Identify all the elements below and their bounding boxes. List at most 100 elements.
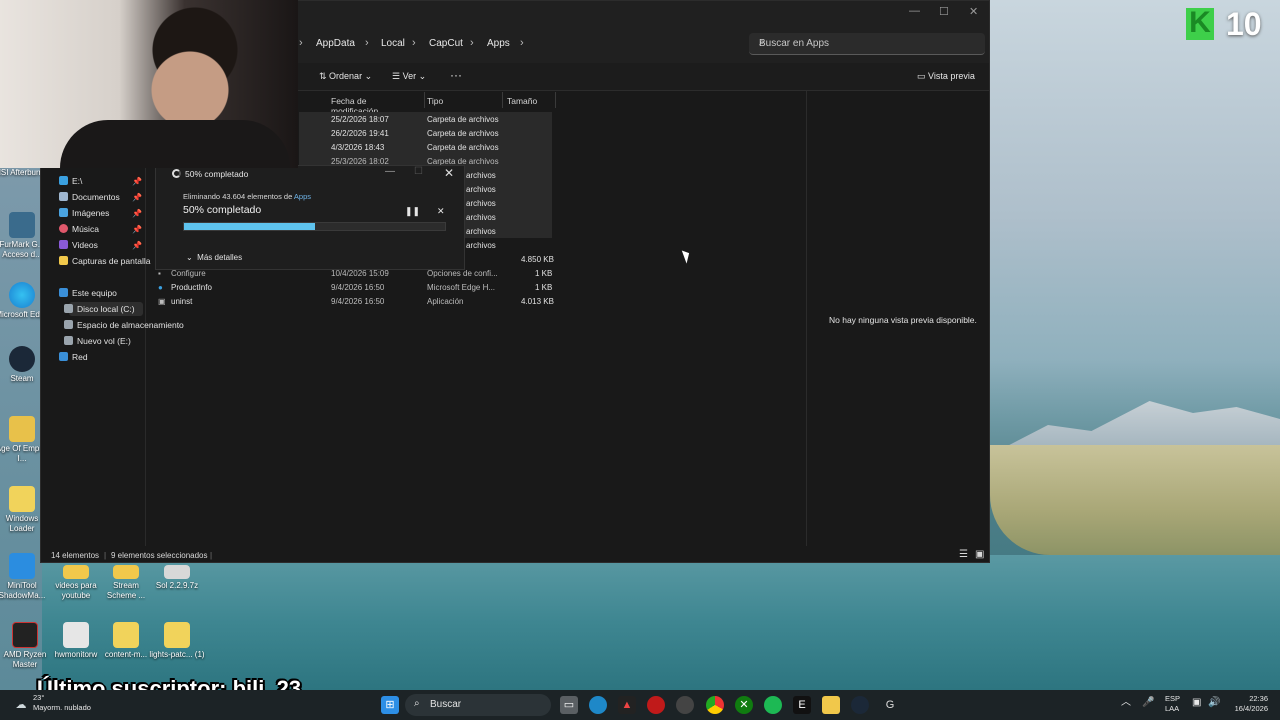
pin-icon[interactable]: 📌 bbox=[132, 225, 142, 234]
file-name[interactable]: uninst bbox=[171, 297, 192, 306]
language-indicator[interactable]: ESP LAA bbox=[1165, 694, 1180, 714]
desktop-icon-stream-scheme[interactable]: Stream Scheme ... bbox=[98, 565, 154, 601]
status-divider: | bbox=[104, 551, 107, 560]
task-view-icon[interactable]: ▭ bbox=[560, 696, 578, 714]
column-divider[interactable] bbox=[502, 92, 503, 108]
breadcrumb-apps[interactable]: Apps bbox=[487, 38, 510, 49]
amd-icon[interactable]: ▲ bbox=[618, 696, 636, 714]
nav-item-disco-local[interactable]: Disco local (C:) bbox=[64, 304, 135, 314]
nav-item-nuevo-vol[interactable]: Nuevo vol (E:) bbox=[64, 336, 131, 346]
nav-label: E:\ bbox=[72, 176, 83, 186]
tiles-view-icon[interactable]: ▣ bbox=[975, 549, 984, 560]
file-date[interactable]: 9/4/2026 16:50 bbox=[331, 297, 384, 306]
file-size[interactable]: 4.013 KB bbox=[521, 297, 554, 306]
source-folder-link[interactable]: Apps bbox=[294, 192, 311, 201]
nav-item-capturas[interactable]: Capturas de pantalla bbox=[59, 256, 150, 266]
preview-pane-divider[interactable] bbox=[806, 91, 807, 546]
file-size[interactable]: 4.850 KB bbox=[521, 255, 554, 264]
xbox-icon[interactable]: ✕ bbox=[735, 696, 753, 714]
breadcrumb-appdata[interactable]: AppData bbox=[316, 38, 355, 49]
maximize-icon[interactable]: ☐ bbox=[939, 5, 949, 18]
desktop-icon-sol-archive[interactable]: Sol 2.2.9.7z bbox=[149, 565, 205, 591]
volume-icon[interactable]: 🔊 bbox=[1208, 698, 1220, 708]
desktop-icon-content-folder[interactable]: content-m... bbox=[98, 622, 154, 660]
file-explorer-icon[interactable] bbox=[822, 696, 840, 714]
microphone-icon[interactable]: 🎤 bbox=[1142, 698, 1154, 708]
progress-percent: 50% completado bbox=[183, 204, 262, 216]
nav-item-red[interactable]: Red bbox=[59, 352, 88, 362]
column-divider[interactable] bbox=[424, 92, 425, 108]
chrome-icon[interactable] bbox=[706, 696, 724, 714]
row-type[interactable]: Carpeta de archivos bbox=[427, 115, 499, 124]
nav-item-imagenes[interactable]: Imágenes bbox=[59, 208, 109, 218]
file-type[interactable]: Opciones de confi... bbox=[427, 269, 498, 278]
steam-icon[interactable] bbox=[851, 696, 869, 714]
minimize-icon[interactable]: — bbox=[385, 166, 395, 177]
nav-item-videos[interactable]: Videos bbox=[59, 240, 98, 250]
row-type[interactable]: archivos bbox=[466, 227, 496, 236]
obs-icon[interactable] bbox=[676, 696, 694, 714]
column-divider[interactable] bbox=[555, 92, 556, 108]
epic-games-icon[interactable]: E bbox=[793, 696, 811, 714]
preview-pane-button[interactable]: ▭ Vista previa bbox=[917, 71, 975, 82]
row-type[interactable]: archivos bbox=[466, 213, 496, 222]
close-icon[interactable]: ✕ bbox=[444, 166, 454, 180]
row-date[interactable]: 25/2/2026 18:07 bbox=[331, 115, 389, 124]
file-type[interactable]: Microsoft Edge H... bbox=[427, 283, 495, 292]
column-type[interactable]: Tipo bbox=[427, 96, 443, 106]
breadcrumb-capcut[interactable]: CapCut bbox=[429, 38, 463, 49]
close-icon[interactable]: ✕ bbox=[969, 5, 978, 18]
more-options-button[interactable]: ··· bbox=[450, 68, 462, 82]
minimize-icon[interactable]: — bbox=[909, 5, 920, 17]
search-input[interactable]: Buscar en Apps ⌕ bbox=[749, 33, 985, 55]
file-date[interactable]: 9/4/2026 16:50 bbox=[331, 283, 384, 292]
spotify-icon[interactable] bbox=[764, 696, 782, 714]
column-size[interactable]: Tamaño bbox=[507, 96, 537, 106]
row-type[interactable]: archivos bbox=[466, 199, 496, 208]
network-icon[interactable]: ▣ bbox=[1192, 698, 1201, 708]
file-type[interactable]: Aplicación bbox=[427, 297, 463, 306]
clock[interactable]: 22:36 16/4/2026 bbox=[1228, 694, 1268, 714]
breadcrumb-local[interactable]: Local bbox=[381, 38, 405, 49]
desktop-icon-hwmonitor[interactable]: hwmonitorw bbox=[48, 622, 104, 660]
cancel-button[interactable]: ✕ bbox=[437, 206, 445, 217]
windows-start-icon[interactable]: ⊞ bbox=[381, 696, 399, 714]
desktop-icon-lights-patch[interactable]: lights-patc... (1) bbox=[149, 622, 205, 660]
row-type[interactable]: Carpeta de archivos bbox=[427, 143, 499, 152]
nav-item-este-equipo[interactable]: Este equipo bbox=[59, 288, 117, 298]
logitech-icon[interactable]: G bbox=[881, 696, 899, 714]
chevron-up-icon[interactable]: ︿ bbox=[1121, 698, 1131, 708]
file-date[interactable]: 10/4/2026 15:09 bbox=[331, 269, 389, 278]
more-details-toggle[interactable]: ⌄ Más detalles bbox=[186, 253, 242, 262]
view-button[interactable]: ☰ Ver ⌄ bbox=[392, 71, 426, 82]
edge-icon[interactable] bbox=[589, 696, 607, 714]
dialog-title: 50% completado bbox=[185, 169, 249, 179]
row-type[interactable]: archivos bbox=[466, 185, 496, 194]
row-date[interactable]: 26/2/2026 19:41 bbox=[331, 129, 389, 138]
file-name[interactable]: ProductInfo bbox=[171, 283, 212, 292]
desktop-icon-videos-folder[interactable]: videos para youtube bbox=[48, 565, 104, 601]
row-date[interactable]: 4/3/2026 18:43 bbox=[331, 143, 384, 152]
weather-icon[interactable]: ☁ bbox=[12, 696, 30, 714]
pin-icon[interactable]: 📌 bbox=[132, 193, 142, 202]
nav-item-e-drive[interactable]: E:\ bbox=[59, 176, 82, 186]
ryzen-icon bbox=[12, 622, 38, 648]
row-type[interactable]: archivos bbox=[466, 241, 496, 250]
row-type[interactable]: archivos bbox=[466, 171, 496, 180]
pin-icon[interactable]: 📌 bbox=[132, 241, 142, 250]
desktop-icon-amd-ryzen-master[interactable]: AMD Ryzen Master bbox=[0, 622, 53, 670]
row-type[interactable]: Carpeta de archivos bbox=[427, 129, 499, 138]
taskbar-search[interactable]: ⌕ Buscar bbox=[405, 694, 551, 716]
pin-icon[interactable]: 📌 bbox=[132, 209, 142, 218]
sort-button[interactable]: ⇅ Ordenar ⌄ bbox=[319, 71, 372, 82]
record-icon[interactable] bbox=[647, 696, 665, 714]
details-view-icon[interactable]: ☰ bbox=[959, 549, 968, 560]
pin-icon[interactable]: 📌 bbox=[132, 177, 142, 186]
nav-item-espacio-almacenamiento[interactable]: Espacio de almacenamiento bbox=[64, 320, 184, 330]
file-size[interactable]: 1 KB bbox=[535, 269, 552, 278]
file-size[interactable]: 1 KB bbox=[535, 283, 552, 292]
pause-button[interactable]: ❚❚ bbox=[405, 206, 420, 217]
nav-item-documentos[interactable]: Documentos bbox=[59, 192, 120, 202]
nav-item-musica[interactable]: Música bbox=[59, 224, 99, 234]
file-name[interactable]: Configure bbox=[171, 269, 206, 278]
